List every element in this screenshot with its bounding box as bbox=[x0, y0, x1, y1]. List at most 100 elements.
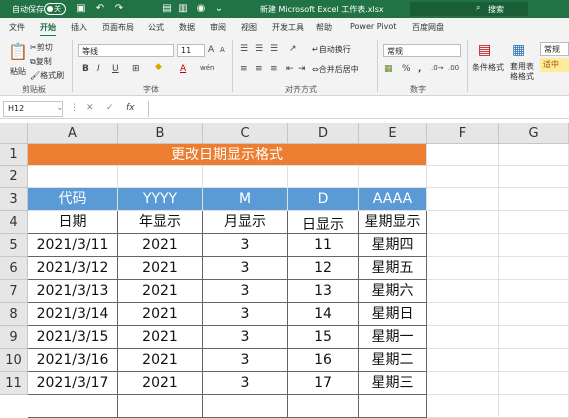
column-header[interactable]: D bbox=[288, 123, 359, 144]
percent-button[interactable]: % bbox=[402, 64, 411, 74]
data-cell[interactable]: 2021/3/13 bbox=[28, 280, 118, 303]
row-header[interactable]: 1 bbox=[0, 144, 28, 166]
menu-file[interactable]: 文件 bbox=[9, 22, 25, 33]
label-cell[interactable]: 星期显示 bbox=[359, 211, 427, 234]
comma-button[interactable]: , bbox=[418, 64, 421, 74]
cell[interactable] bbox=[499, 280, 569, 303]
menu-baidu[interactable]: 百度网盘 bbox=[412, 22, 444, 33]
data-cell[interactable]: 3 bbox=[203, 372, 288, 395]
cell[interactable] bbox=[427, 257, 499, 280]
select-all-corner[interactable] bbox=[0, 123, 28, 144]
autosave-toggle[interactable]: 关 bbox=[44, 3, 66, 15]
number-format-select[interactable]: 常规 bbox=[383, 44, 461, 57]
data-cell[interactable]: 3 bbox=[203, 280, 288, 303]
data-cell[interactable]: 15 bbox=[288, 326, 359, 349]
table-format-icon[interactable]: ▦ bbox=[512, 42, 525, 58]
new-file-icon[interactable]: ▤ bbox=[160, 2, 174, 16]
data-cell[interactable]: 2021/3/12 bbox=[28, 257, 118, 280]
cell[interactable] bbox=[427, 144, 499, 166]
row-header[interactable]: 10 bbox=[0, 349, 28, 372]
menu-page-layout[interactable]: 页面布局 bbox=[102, 22, 134, 33]
row-header[interactable]: 8 bbox=[0, 303, 28, 326]
name-box-dropdown-icon[interactable]: ⌄ bbox=[56, 103, 64, 113]
cell[interactable] bbox=[359, 166, 427, 188]
column-header[interactable]: F bbox=[427, 123, 499, 144]
save-icon[interactable]: ▣ bbox=[74, 2, 88, 16]
conditional-format-icon[interactable]: ▤ bbox=[478, 42, 491, 58]
cell[interactable] bbox=[427, 234, 499, 257]
undo-icon[interactable]: ↶ bbox=[93, 2, 107, 16]
fill-color-icon[interactable]: ◆ bbox=[155, 62, 162, 72]
cell[interactable] bbox=[118, 166, 203, 188]
menu-developer[interactable]: 开发工具 bbox=[272, 22, 304, 33]
data-cell[interactable]: 2021/3/16 bbox=[28, 349, 118, 372]
data-cell[interactable]: 3 bbox=[203, 349, 288, 372]
menu-home[interactable]: 开始 bbox=[40, 22, 56, 37]
code-cell[interactable]: YYYY bbox=[118, 188, 203, 211]
data-cell[interactable]: 星期六 bbox=[359, 280, 427, 303]
column-header[interactable]: E bbox=[359, 123, 427, 144]
row-header[interactable]: 2 bbox=[0, 166, 28, 188]
cell[interactable] bbox=[499, 303, 569, 326]
cell[interactable] bbox=[427, 303, 499, 326]
increase-decimal-icon[interactable]: .0→ bbox=[431, 64, 444, 72]
data-cell[interactable]: 3 bbox=[203, 257, 288, 280]
font-color-icon[interactable]: A bbox=[180, 64, 186, 74]
data-cell[interactable]: 星期五 bbox=[359, 257, 427, 280]
cell[interactable] bbox=[427, 326, 499, 349]
phonetic-icon[interactable]: wén bbox=[200, 64, 214, 72]
font-name-select[interactable]: 等线 bbox=[78, 44, 174, 57]
data-cell[interactable]: 2021 bbox=[118, 372, 203, 395]
align-right-icon[interactable]: ≡ bbox=[270, 64, 278, 74]
data-cell[interactable]: 2021 bbox=[118, 257, 203, 280]
cell[interactable] bbox=[288, 395, 359, 418]
title-cell[interactable]: 更改日期显示格式 bbox=[28, 144, 427, 166]
align-left-icon[interactable]: ≡ bbox=[240, 64, 248, 74]
column-header[interactable]: A bbox=[28, 123, 118, 144]
align-bottom-icon[interactable]: ☰ bbox=[270, 44, 278, 54]
data-cell[interactable]: 2021 bbox=[118, 349, 203, 372]
bold-button[interactable]: B bbox=[82, 64, 89, 74]
code-cell[interactable]: 代码 bbox=[28, 188, 118, 211]
data-cell[interactable]: 14 bbox=[288, 303, 359, 326]
conditional-format-label[interactable]: 条件格式 bbox=[472, 62, 504, 73]
cell[interactable] bbox=[288, 166, 359, 188]
cell[interactable] bbox=[499, 395, 569, 418]
paste-label[interactable]: 粘贴 bbox=[10, 66, 26, 77]
format-painter-button[interactable]: 🖌格式刷 bbox=[30, 70, 64, 81]
data-cell[interactable]: 星期一 bbox=[359, 326, 427, 349]
cell[interactable] bbox=[499, 144, 569, 166]
cell[interactable] bbox=[28, 395, 118, 418]
row-header[interactable]: 5 bbox=[0, 234, 28, 257]
row-header[interactable]: 3 bbox=[0, 188, 28, 211]
data-cell[interactable]: 13 bbox=[288, 280, 359, 303]
formula-input[interactable] bbox=[148, 101, 569, 117]
menu-review[interactable]: 审阅 bbox=[210, 22, 226, 33]
data-cell[interactable]: 2021 bbox=[118, 303, 203, 326]
row-header[interactable]: 11 bbox=[0, 372, 28, 395]
row-header[interactable]: 6 bbox=[0, 257, 28, 280]
shrink-font-icon[interactable]: A bbox=[220, 46, 225, 54]
decrease-decimal-icon[interactable]: .00 bbox=[448, 64, 459, 72]
data-cell[interactable]: 17 bbox=[288, 372, 359, 395]
paste-special-icon[interactable]: ▥ bbox=[176, 2, 190, 16]
cancel-icon[interactable]: ✕ bbox=[86, 103, 94, 113]
dropdown-icon[interactable]: ⌄ bbox=[212, 2, 226, 16]
data-cell[interactable]: 2021 bbox=[118, 280, 203, 303]
orientation-icon[interactable]: ↗ bbox=[289, 44, 297, 54]
data-cell[interactable]: 星期三 bbox=[359, 372, 427, 395]
wrap-text-button[interactable]: ↵自动换行 bbox=[312, 44, 351, 55]
data-cell[interactable]: 2021 bbox=[118, 234, 203, 257]
cell[interactable] bbox=[427, 188, 499, 211]
data-cell[interactable]: 16 bbox=[288, 349, 359, 372]
row-header[interactable]: 4 bbox=[0, 211, 28, 234]
data-cell[interactable]: 2021/3/17 bbox=[28, 372, 118, 395]
align-middle-icon[interactable]: ☰ bbox=[255, 44, 263, 54]
cell[interactable] bbox=[427, 372, 499, 395]
cell[interactable] bbox=[499, 166, 569, 188]
cell[interactable] bbox=[499, 188, 569, 211]
cell[interactable] bbox=[499, 234, 569, 257]
border-icon[interactable]: ⊞ bbox=[132, 64, 140, 74]
data-cell[interactable]: 星期日 bbox=[359, 303, 427, 326]
data-cell[interactable]: 12 bbox=[288, 257, 359, 280]
